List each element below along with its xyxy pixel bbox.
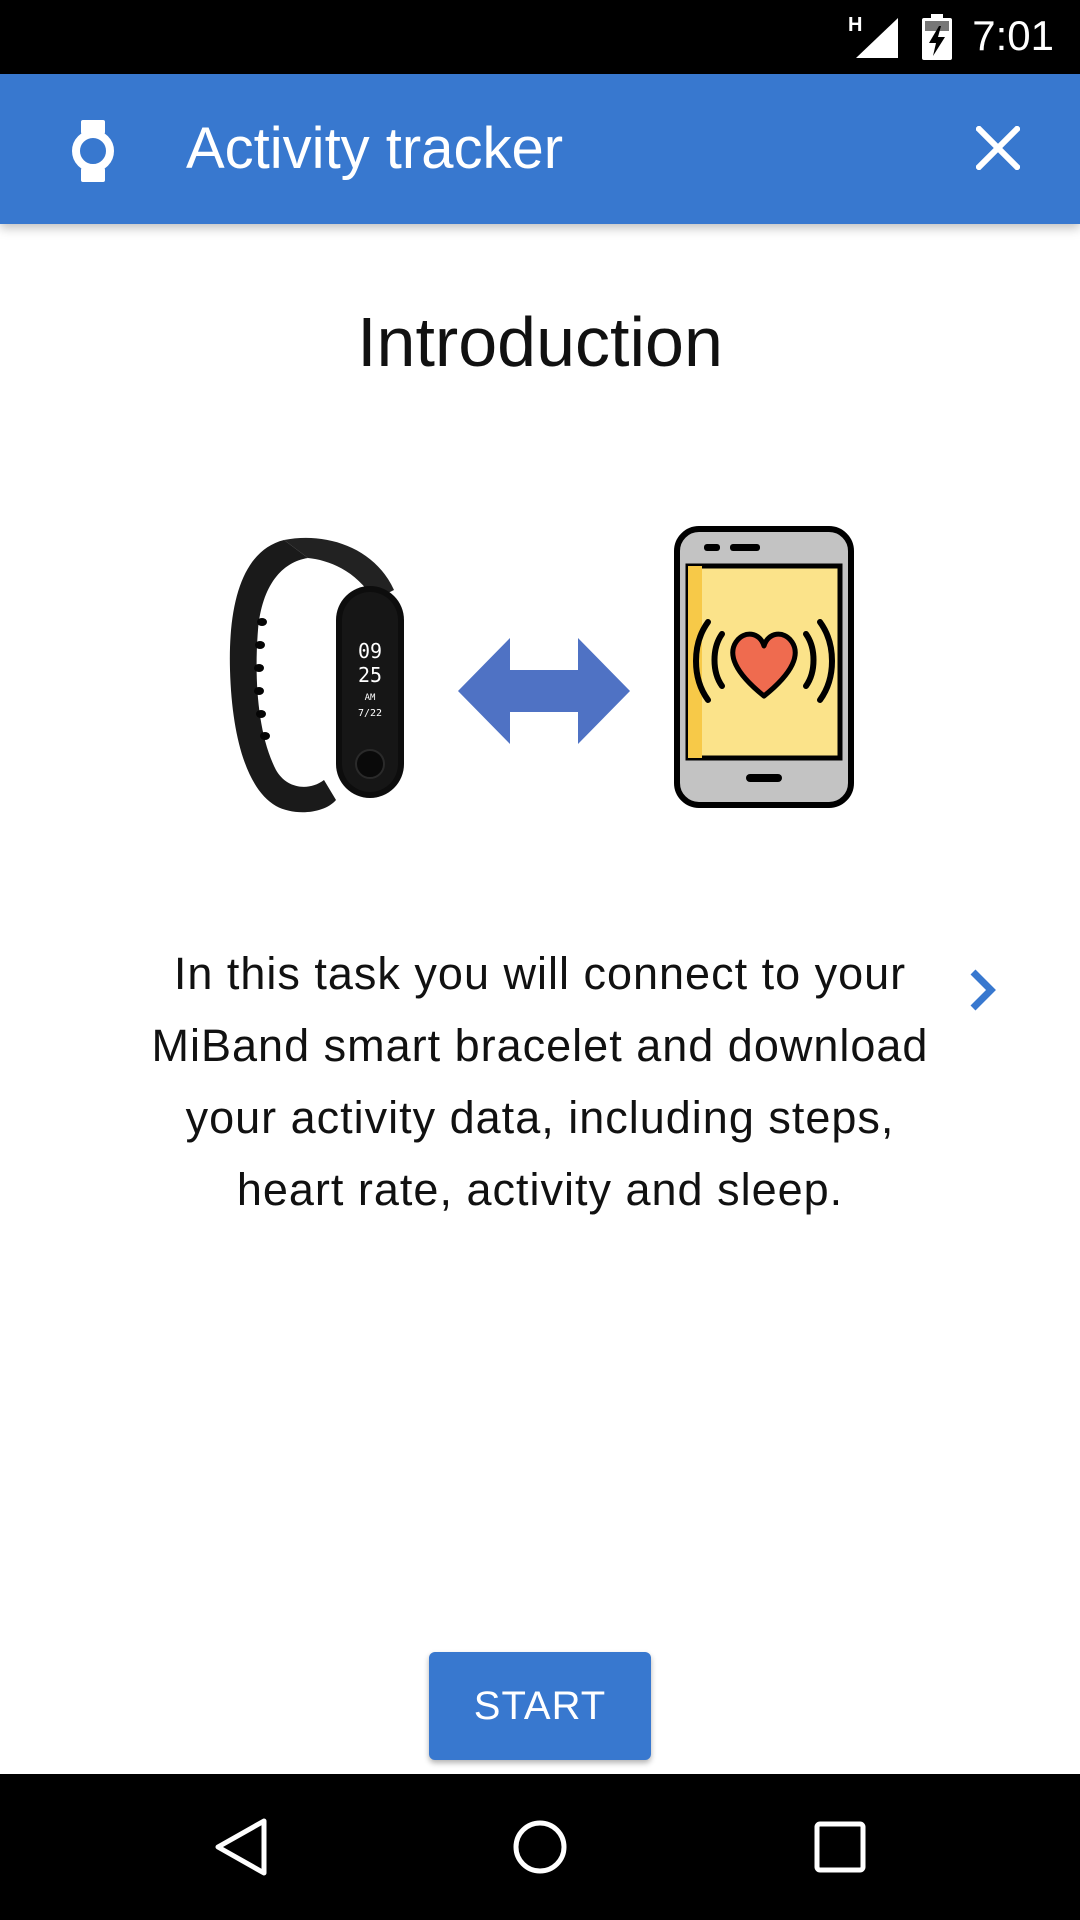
- fitness-band-image: 09 25 AM 7/22: [229, 537, 404, 813]
- band-minute: 25: [358, 663, 382, 687]
- recents-button[interactable]: [740, 1774, 940, 1920]
- illustration: 09 25 AM 7/22: [0, 520, 1080, 820]
- recents-icon: [814, 1821, 866, 1873]
- next-button[interactable]: [960, 962, 1004, 1018]
- page-title: Introduction: [357, 303, 723, 381]
- phone-heart-image: [674, 526, 854, 808]
- signal-icon: [856, 18, 898, 58]
- band-ampm: AM: [365, 693, 376, 703]
- close-button[interactable]: [966, 116, 1030, 180]
- band-date: 7/22: [358, 708, 382, 719]
- band-hour: 09: [358, 639, 382, 663]
- close-icon: [976, 126, 1020, 170]
- app-bar: Activity tracker: [0, 74, 1080, 224]
- battery-charging-icon: [922, 14, 952, 60]
- double-arrow-icon: [458, 638, 630, 744]
- status-bar: H 7:01: [0, 0, 1080, 74]
- back-button[interactable]: [140, 1774, 340, 1920]
- back-icon: [215, 1818, 267, 1876]
- intro-description: In this task you will connect to your Mi…: [151, 948, 929, 1215]
- watch-icon: [72, 120, 114, 182]
- clock: 7:01: [972, 12, 1054, 59]
- app-title: Activity tracker: [186, 116, 564, 181]
- start-button[interactable]: START: [429, 1652, 651, 1760]
- home-icon: [513, 1820, 567, 1874]
- screen: H 7:01 Activity tracker Introduction 09 …: [0, 0, 1080, 1920]
- home-button[interactable]: [440, 1774, 640, 1920]
- chevron-right-icon: [970, 969, 996, 1011]
- navigation-bar: [0, 1774, 1080, 1920]
